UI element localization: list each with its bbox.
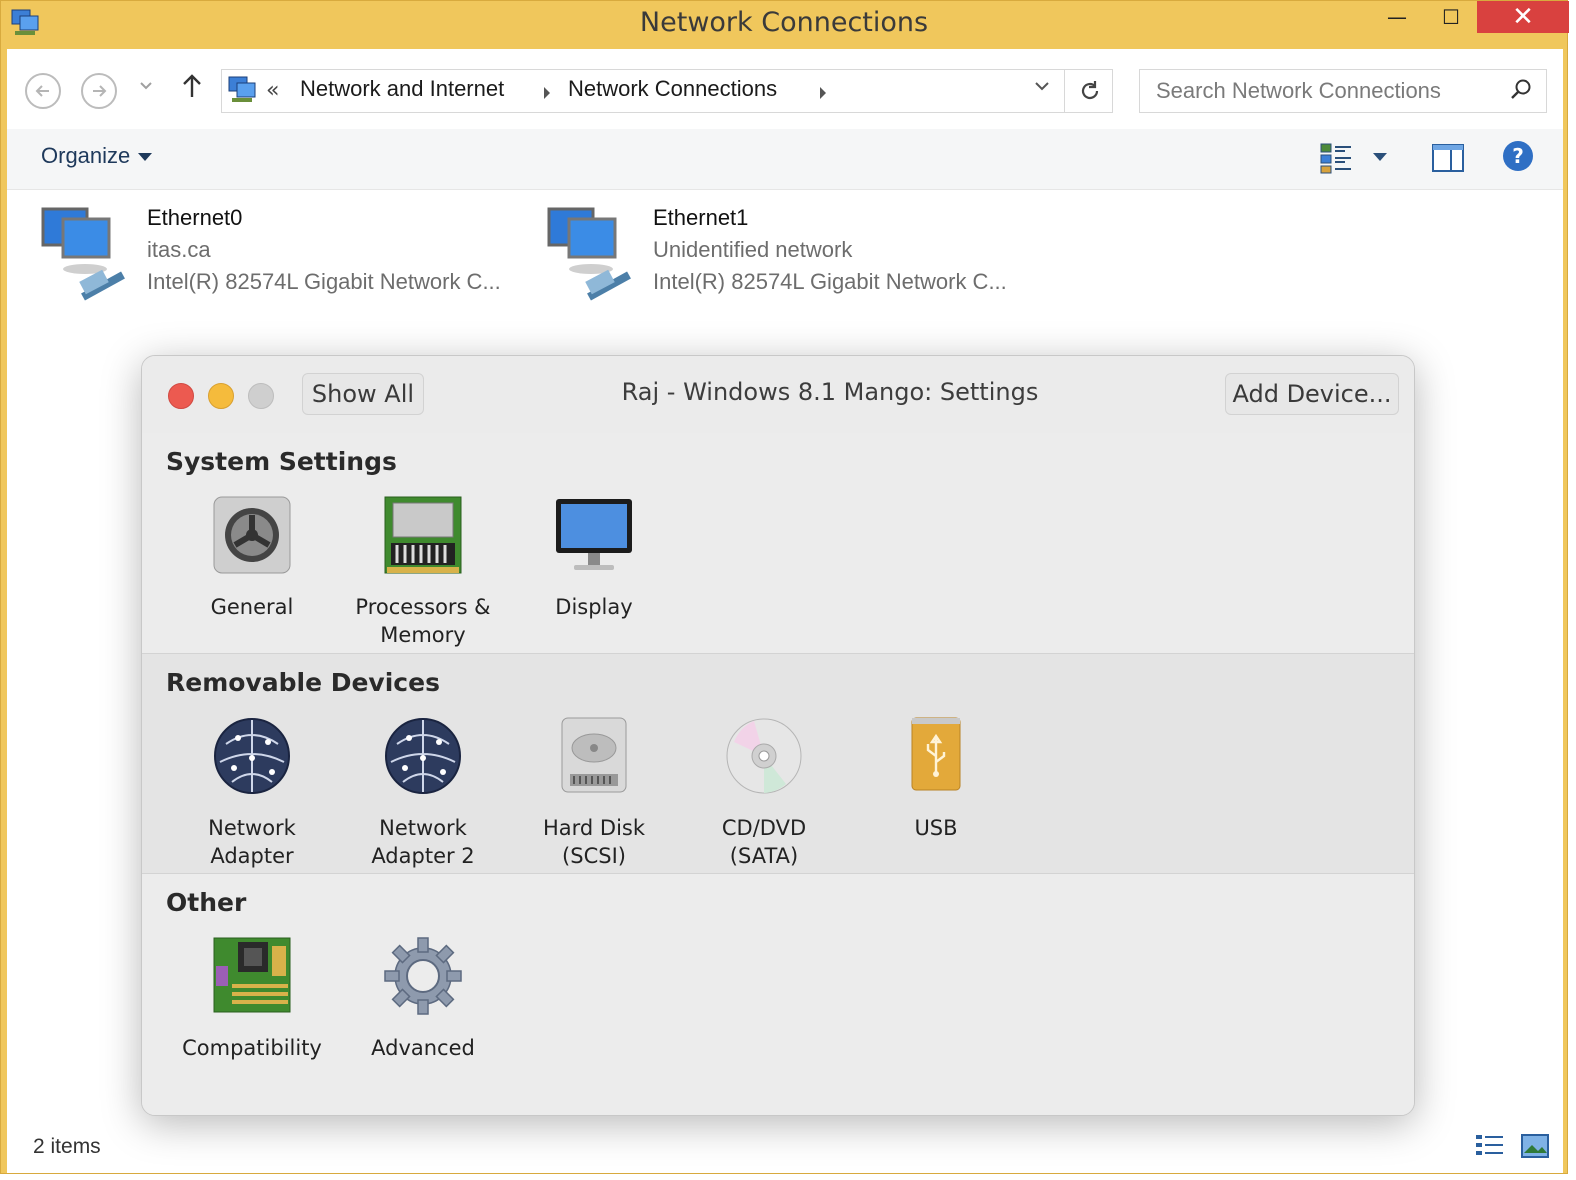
tile-label: Network Adapter 2 bbox=[371, 816, 475, 868]
network-adapter-icon bbox=[41, 207, 125, 301]
address-dropdown-icon[interactable] bbox=[1034, 80, 1050, 92]
window-minimize-button[interactable] bbox=[208, 383, 234, 409]
address-row: « Network and Internet Network Connectio… bbox=[7, 49, 1563, 129]
advanced-tile[interactable]: Advanced bbox=[343, 936, 503, 1062]
control-panel-icon bbox=[228, 76, 256, 102]
section-title: System Settings bbox=[166, 447, 397, 476]
organize-dropdown-icon bbox=[138, 153, 153, 162]
preview-pane-icon[interactable] bbox=[1431, 141, 1465, 175]
monitor-icon bbox=[556, 499, 632, 570]
tile-label: CD/DVD (SATA) bbox=[721, 816, 807, 868]
breadcrumb-network-internet[interactable]: Network and Internet bbox=[300, 76, 504, 102]
breadcrumb-chevron-icon[interactable] bbox=[542, 86, 552, 100]
cog-icon bbox=[384, 937, 462, 1015]
show-all-button[interactable]: Show All bbox=[302, 373, 424, 415]
hard-disk-icon bbox=[561, 717, 627, 793]
memory-chip-icon bbox=[384, 496, 462, 574]
chevron-down-icon bbox=[140, 82, 152, 90]
gear-icon bbox=[213, 496, 291, 574]
connection-network: itas.ca bbox=[147, 237, 211, 262]
system-settings-section: System Settings General Processors & Mem… bbox=[142, 433, 1414, 654]
organize-button[interactable]: Organize bbox=[41, 143, 153, 169]
recent-locations-button[interactable] bbox=[139, 79, 153, 95]
settings-title: Raj - Windows 8.1 Mango: Settings bbox=[621, 378, 1039, 406]
up-button[interactable] bbox=[181, 73, 203, 106]
connection-item-ethernet0[interactable]: Ethernet0 itas.ca Intel(R) 82574L Gigabi… bbox=[37, 201, 537, 311]
cd-dvd-icon bbox=[726, 718, 802, 794]
add-device-button[interactable]: Add Device... bbox=[1225, 373, 1399, 415]
tile-label: Hard Disk (SCSI) bbox=[542, 816, 646, 868]
network-adapter-2-tile[interactable]: Network Adapter 2 bbox=[343, 716, 503, 870]
organize-label: Organize bbox=[41, 143, 131, 168]
usb-icon bbox=[911, 717, 961, 791]
tile-label: Advanced bbox=[371, 1036, 475, 1060]
removable-devices-section: Removable Devices Network Adapter Networ… bbox=[142, 654, 1414, 874]
arrow-right-icon bbox=[93, 85, 107, 97]
window-close-button[interactable] bbox=[168, 383, 194, 409]
back-button[interactable] bbox=[25, 73, 61, 109]
display-tile[interactable]: Display bbox=[514, 495, 674, 621]
connection-item-ethernet1[interactable]: Ethernet1 Unidentified network Intel(R) … bbox=[543, 201, 1043, 311]
section-title: Removable Devices bbox=[166, 668, 440, 697]
breadcrumb-overflow[interactable]: « bbox=[266, 78, 279, 103]
search-box[interactable]: Search Network Connections bbox=[1139, 69, 1547, 113]
processors-memory-tile[interactable]: Processors & Memory bbox=[343, 495, 503, 649]
compatibility-tile[interactable]: Compatibility bbox=[172, 936, 332, 1062]
tile-label: Compatibility bbox=[182, 1036, 322, 1060]
command-bar: Organize ? bbox=[7, 129, 1563, 190]
breadcrumb-network-connections[interactable]: Network Connections bbox=[568, 76, 777, 102]
details-view-icon[interactable] bbox=[1475, 1133, 1505, 1159]
usb-tile[interactable]: USB bbox=[856, 716, 1016, 842]
other-section: Other Compatibility Advanced bbox=[142, 874, 1414, 1115]
refresh-icon bbox=[1081, 81, 1099, 100]
window-title: Network Connections bbox=[639, 7, 929, 38]
tile-label: Display bbox=[555, 595, 633, 619]
tile-label: General bbox=[210, 595, 294, 619]
breadcrumb-chevron-icon[interactable] bbox=[818, 86, 828, 100]
arrow-left-icon bbox=[35, 85, 49, 97]
connection-name: Ethernet1 bbox=[653, 205, 749, 230]
view-options-dropdown-icon[interactable] bbox=[1373, 153, 1387, 161]
large-icons-view-icon[interactable] bbox=[1521, 1133, 1549, 1159]
hard-disk-tile[interactable]: Hard Disk (SCSI) bbox=[514, 716, 674, 870]
connection-device: Intel(R) 82574L Gigabit Network C... bbox=[147, 269, 501, 294]
globe-network-icon bbox=[385, 718, 461, 794]
status-item-count: 2 items bbox=[33, 1135, 101, 1158]
cd-dvd-tile[interactable]: CD/DVD (SATA) bbox=[684, 716, 844, 870]
maximize-button[interactable]: ☐ bbox=[1423, 1, 1479, 33]
settings-window: Show All Raj - Windows 8.1 Mango: Settin… bbox=[141, 355, 1415, 1116]
close-button[interactable]: ✕ bbox=[1477, 1, 1569, 33]
minimize-button[interactable]: — bbox=[1369, 1, 1425, 33]
title-bar[interactable]: Network Connections — ☐ ✕ bbox=[1, 1, 1569, 47]
help-icon[interactable]: ? bbox=[1503, 141, 1533, 171]
arrow-up-icon bbox=[183, 74, 201, 97]
address-bar[interactable]: « Network and Internet Network Connectio… bbox=[221, 69, 1113, 113]
network-adapter-icon bbox=[547, 207, 631, 301]
tile-label: Processors & Memory bbox=[355, 595, 491, 647]
settings-toolbar[interactable]: Show All Raj - Windows 8.1 Mango: Settin… bbox=[142, 356, 1414, 434]
change-view-icon[interactable] bbox=[1319, 141, 1353, 175]
window-zoom-button[interactable] bbox=[248, 383, 274, 409]
general-tile[interactable]: General bbox=[172, 495, 332, 621]
section-title: Other bbox=[166, 888, 247, 917]
connection-network: Unidentified network bbox=[653, 237, 853, 262]
tile-label: Network Adapter bbox=[208, 816, 296, 868]
forward-button[interactable] bbox=[81, 73, 117, 109]
network-adapter-tile[interactable]: Network Adapter bbox=[172, 716, 332, 870]
connection-device: Intel(R) 82574L Gigabit Network C... bbox=[653, 269, 1007, 294]
motherboard-icon bbox=[213, 937, 291, 1013]
search-icon[interactable] bbox=[1510, 78, 1532, 100]
connection-name: Ethernet0 bbox=[147, 205, 243, 230]
search-placeholder[interactable]: Search Network Connections bbox=[1156, 78, 1441, 104]
refresh-button[interactable] bbox=[1064, 70, 1115, 112]
globe-network-icon bbox=[214, 718, 290, 794]
tile-label: USB bbox=[914, 816, 958, 840]
